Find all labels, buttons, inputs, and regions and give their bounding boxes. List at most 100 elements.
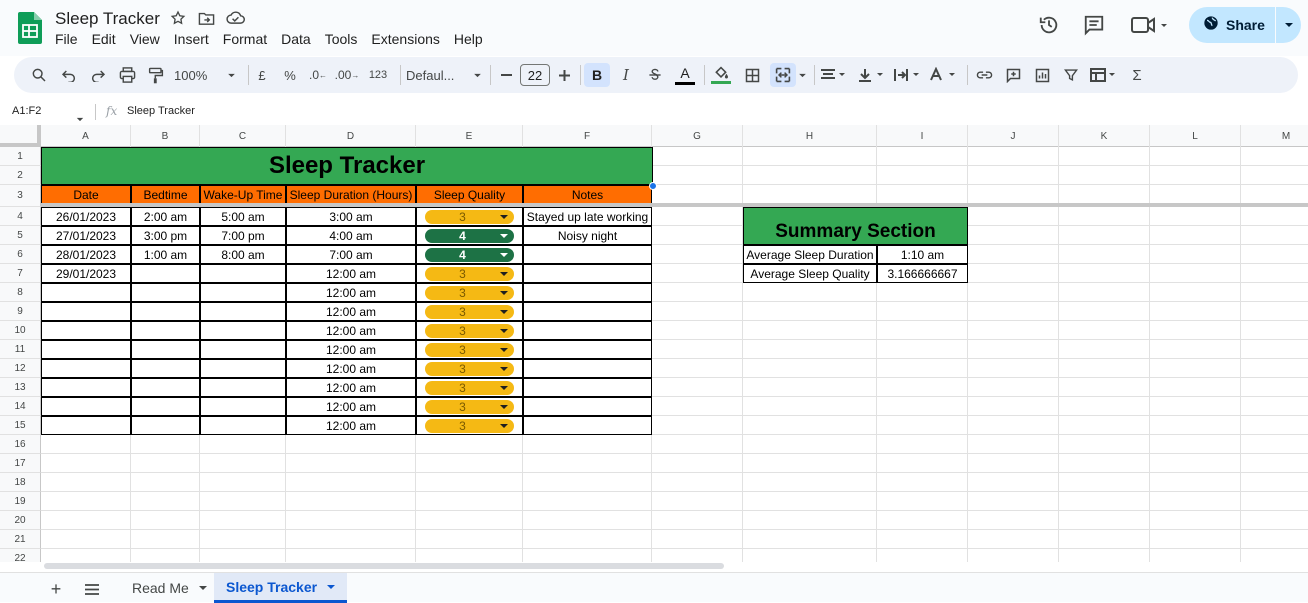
cell-b7[interactable] <box>131 264 200 283</box>
menu-data[interactable]: Data <box>274 30 318 48</box>
decrease-font-size-button[interactable] <box>498 63 514 87</box>
cell-f15[interactable] <box>523 416 652 435</box>
cell-e8[interactable]: 3 <box>416 283 523 302</box>
summary-label-cell[interactable]: Average Sleep Duration <box>743 245 877 264</box>
row-header-13[interactable]: 13 <box>0 378 41 397</box>
row-header-3[interactable]: 3 <box>0 185 41 207</box>
cell-b6[interactable]: 1:00 am <box>131 245 200 264</box>
meet-icon[interactable] <box>1130 13 1170 37</box>
sleep-quality-dropdown[interactable]: 3 <box>425 266 514 281</box>
cell-f9[interactable] <box>523 302 652 321</box>
share-button[interactable]: Share <box>1189 7 1301 43</box>
cell-f5[interactable]: Noisy night <box>523 226 652 245</box>
column-header-k[interactable]: K <box>1059 125 1150 147</box>
cell-d14[interactable]: 12:00 am <box>286 397 416 416</box>
summary-section-title-cell[interactable]: Summary Section <box>743 207 968 245</box>
cell-d4[interactable]: 3:00 am <box>286 207 416 226</box>
menu-help[interactable]: Help <box>447 30 490 48</box>
cell-b15[interactable] <box>131 416 200 435</box>
italic-button[interactable]: I <box>615 63 637 87</box>
menu-format[interactable]: Format <box>216 30 274 48</box>
decrease-decimals-button[interactable]: .0 ← <box>307 63 329 87</box>
cell-d12[interactable]: 12:00 am <box>286 359 416 378</box>
cell-a4[interactable]: 26/01/2023 <box>41 207 131 226</box>
cell-e4[interactable]: 3 <box>416 207 523 226</box>
row-header-19[interactable]: 19 <box>0 492 41 511</box>
cell-a6[interactable]: 28/01/2023 <box>41 245 131 264</box>
cell-e12[interactable]: 3 <box>416 359 523 378</box>
menu-file[interactable]: File <box>48 30 85 48</box>
print-icon[interactable] <box>116 63 138 87</box>
cell-a13[interactable] <box>41 378 131 397</box>
cell-f10[interactable] <box>523 321 652 340</box>
column-header-f[interactable]: F <box>523 125 652 147</box>
cell-f7[interactable] <box>523 264 652 283</box>
cell-b12[interactable] <box>131 359 200 378</box>
cell-a7[interactable]: 29/01/2023 <box>41 264 131 283</box>
cell-d13[interactable]: 12:00 am <box>286 378 416 397</box>
strikethrough-icon[interactable] <box>644 63 666 87</box>
sleep-quality-dropdown[interactable]: 3 <box>425 399 514 414</box>
document-title[interactable]: Sleep Tracker <box>55 9 160 29</box>
row-header-6[interactable]: 6 <box>0 245 41 264</box>
column-header-c[interactable]: C <box>200 125 286 147</box>
row-header-1[interactable]: 1 <box>0 147 41 166</box>
text-color-button[interactable]: A <box>674 63 696 87</box>
row-header-10[interactable]: 10 <box>0 321 41 340</box>
text-wrapping-icon[interactable] <box>892 63 922 87</box>
cell-b13[interactable] <box>131 378 200 397</box>
cell-c5[interactable]: 7:00 pm <box>200 226 286 245</box>
row-header-15[interactable]: 15 <box>0 416 41 435</box>
format-currency-button[interactable]: £ <box>252 63 272 87</box>
sheet-tab-read-me[interactable]: Read Me <box>120 573 219 603</box>
column-header-e[interactable]: E <box>416 125 523 147</box>
cell-d8[interactable]: 12:00 am <box>286 283 416 302</box>
row-header-5[interactable]: 5 <box>0 226 41 245</box>
cell-d6[interactable]: 7:00 am <box>286 245 416 264</box>
column-header-l[interactable]: L <box>1150 125 1241 147</box>
cell-c7[interactable] <box>200 264 286 283</box>
sheets-logo-icon[interactable] <box>18 12 42 44</box>
fill-color-icon[interactable] <box>710 63 732 87</box>
cell-c11[interactable] <box>200 340 286 359</box>
move-folder-icon[interactable] <box>196 9 216 27</box>
menu-insert[interactable]: Insert <box>167 30 216 48</box>
zoom-select[interactable]: 100% <box>174 63 236 87</box>
more-formats-button[interactable]: 123 <box>366 63 390 87</box>
column-header-j[interactable]: J <box>968 125 1059 147</box>
cell-c13[interactable] <box>200 378 286 397</box>
cell-f6[interactable] <box>523 245 652 264</box>
cell-f14[interactable] <box>523 397 652 416</box>
row-header-8[interactable]: 8 <box>0 283 41 302</box>
filter-icon[interactable] <box>1060 63 1082 87</box>
cell-d5[interactable]: 4:00 am <box>286 226 416 245</box>
horizontal-align-icon[interactable] <box>818 63 848 87</box>
increase-font-size-button[interactable] <box>556 63 572 87</box>
cell-b11[interactable] <box>131 340 200 359</box>
freeze-divider[interactable] <box>41 203 1308 207</box>
format-percent-button[interactable]: % <box>280 63 300 87</box>
summary-value-cell[interactable]: 1:10 am <box>877 245 968 264</box>
menu-extensions[interactable]: Extensions <box>364 30 446 48</box>
formula-input[interactable]: Sleep Tracker <box>127 105 195 117</box>
redo-icon[interactable] <box>87 63 109 87</box>
summary-value-cell[interactable]: 3.166666667 <box>877 264 968 283</box>
cell-c10[interactable] <box>200 321 286 340</box>
cell-d7[interactable]: 12:00 am <box>286 264 416 283</box>
spreadsheet-grid[interactable]: ABCDEFGHIJKLM 1 2 3 4 5 6 7 8 9 10 11 12 13 14 15 16 17 1… <box>0 125 1308 562</box>
add-sheet-button[interactable]: + <box>46 579 66 599</box>
all-sheets-menu-icon[interactable] <box>82 579 102 599</box>
header-cell-d[interactable]: Sleep Duration (Hours) <box>286 185 416 204</box>
column-header-a[interactable]: A <box>41 125 131 147</box>
cell-b8[interactable] <box>131 283 200 302</box>
cell-e11[interactable]: 3 <box>416 340 523 359</box>
header-cell-f[interactable]: Notes <box>523 185 652 204</box>
insert-comment-icon[interactable] <box>1002 63 1024 87</box>
row-header-21[interactable]: 21 <box>0 530 41 549</box>
cell-f4[interactable]: Stayed up late working <box>523 207 652 226</box>
cloud-saved-icon[interactable] <box>225 9 245 27</box>
cell-b14[interactable] <box>131 397 200 416</box>
sleep-quality-dropdown[interactable]: 4 <box>425 228 514 243</box>
share-main-button[interactable]: Share <box>1189 7 1275 43</box>
cell-e5[interactable]: 4 <box>416 226 523 245</box>
